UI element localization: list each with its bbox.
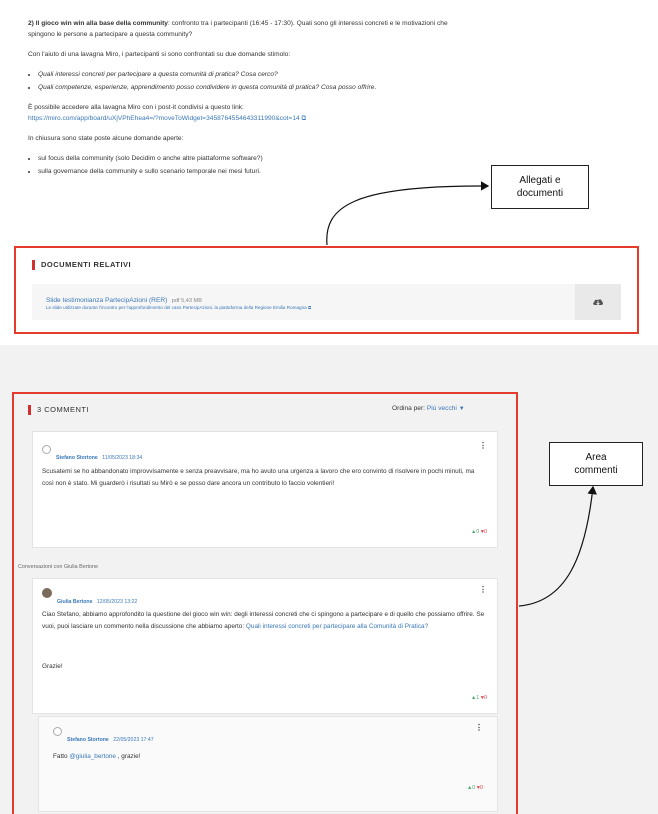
comment-menu-icon[interactable]: ⋮ [475, 723, 483, 732]
comment-date: 12/05/2023 13:22 [96, 599, 138, 605]
download-cloud-icon [593, 299, 603, 306]
avatar [42, 445, 51, 454]
upvote-button[interactable]: ▲0 [471, 529, 479, 535]
avatar [53, 727, 62, 736]
sort-label: Ordina per: [392, 405, 425, 412]
sort-value[interactable]: Più vecchi [427, 405, 457, 412]
downvote-button[interactable]: ♥0 [481, 695, 487, 701]
comment-votes: ▲0 ♥0 [467, 785, 483, 791]
comment-menu-icon[interactable]: ⋮ [479, 585, 487, 594]
comment-text: Fatto @giulia_bertone , grazie! [53, 751, 141, 763]
comment-votes: ▲1 ♥0 [471, 695, 487, 701]
comment-card: Stefano Stortone 11/05/2023 18:34 ⋮ Scus… [32, 431, 498, 548]
comment-date: 11/05/2023 18:34 [102, 455, 143, 461]
document-link[interactable]: Slide testimonianza PartecipAzioni (RER) [46, 297, 167, 304]
comment-text: Ciao Stefano, abbiamo approfondito la qu… [42, 609, 486, 633]
reply-card: Stefano Stortone 22/05/2023 17:47 ⋮ Fatt… [38, 716, 498, 812]
download-button[interactable] [575, 284, 621, 320]
documents-box: DOCUMENTI RELATIVI Slide testimonianza P… [14, 246, 639, 334]
comment-card: Giulia Bertone 12/05/2023 13:22 ⋮ Ciao S… [32, 578, 498, 714]
conversation-label: Conversazioni con Giulia Bertone [18, 564, 99, 570]
comment-author[interactable]: Stefano Stortone [56, 455, 98, 461]
upvote-button[interactable]: ▲0 [467, 785, 475, 791]
comment-header: Stefano Stortone 11/05/2023 18:34 [56, 446, 142, 464]
sort-control[interactable]: Ordina per: Più vecchi ▼ [392, 405, 465, 412]
downvote-button[interactable]: ♥0 [477, 785, 483, 791]
comment-header: Giulia Bertone 12/05/2023 13:22 [57, 590, 137, 608]
comment-closing: Grazie! [42, 663, 63, 670]
arrow-to-comments [518, 485, 597, 607]
reply-text-prefix: Fatto [53, 753, 70, 760]
chevron-down-icon[interactable]: ▼ [459, 406, 465, 412]
upvote-button[interactable]: ▲1 [471, 695, 479, 701]
discussion-link[interactable]: Quali interessi concreti per partecipare… [246, 623, 428, 630]
comment-author[interactable]: Stefano Stortone [67, 737, 109, 743]
comments-title: 3 COMMENTI [28, 405, 89, 415]
arrow-to-attachments [326, 181, 490, 246]
comment-header: Stefano Stortone 22/05/2023 17:47 [67, 728, 154, 746]
downvote-button[interactable]: ♥0 [481, 529, 487, 535]
documents-title: DOCUMENTI RELATIVI [32, 260, 131, 270]
reply-text-suffix: , grazie! [115, 753, 141, 760]
comment-author[interactable]: Giulia Bertone [57, 599, 92, 605]
document-meta: pdf 5,43 MB [171, 298, 202, 304]
comment-menu-icon[interactable]: ⋮ [479, 441, 487, 450]
avatar [42, 588, 52, 598]
document-item[interactable]: Slide testimonianza PartecipAzioni (RER)… [32, 284, 621, 320]
comment-votes: ▲0 ♥0 [471, 529, 487, 535]
comment-text: Scusatemi se ho abbandonato improvvisame… [42, 468, 475, 487]
user-mention-link[interactable]: @giulia_bertone [69, 753, 116, 760]
comment-date: 22/05/2023 17:47 [113, 737, 154, 743]
comments-box: 3 COMMENTI Ordina per: Più vecchi ▼ Stef… [12, 392, 518, 814]
document-description: Le slide utilizzate durante l'incontro p… [46, 305, 312, 310]
